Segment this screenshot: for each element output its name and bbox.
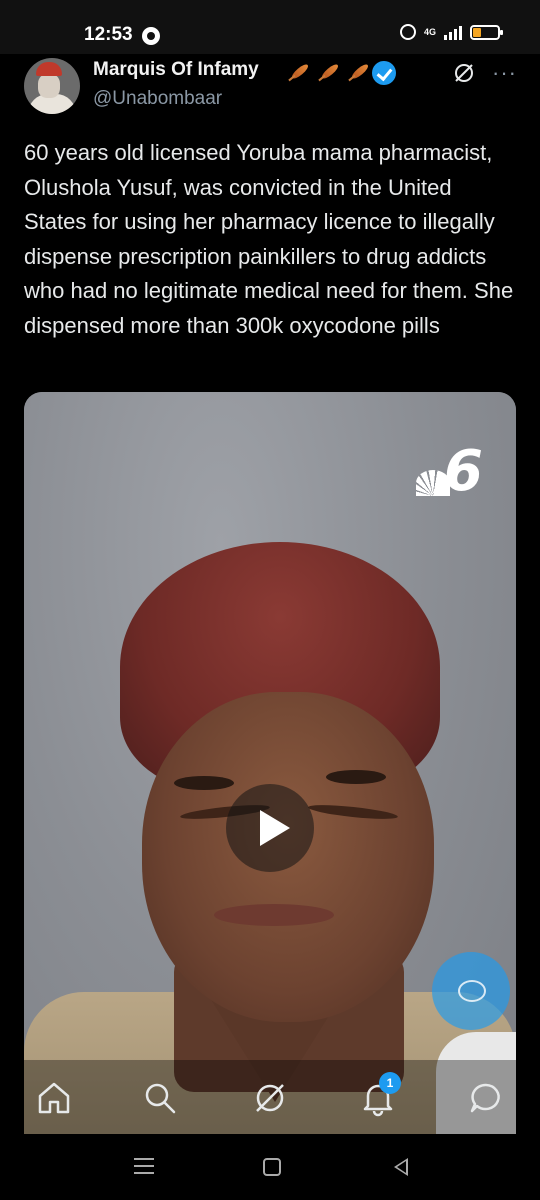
network-type-label: 4G (423, 26, 436, 37)
recent-apps-icon[interactable] (134, 1158, 154, 1174)
home-icon[interactable] (34, 1078, 74, 1118)
tweet-video[interactable]: 6 (24, 392, 516, 1152)
feather-icon (316, 60, 342, 82)
status-indicators: 4G (399, 24, 503, 40)
grok-icon[interactable] (250, 1078, 290, 1118)
messages-icon[interactable] (466, 1078, 506, 1118)
feather-icon (286, 60, 312, 82)
user-handle[interactable]: @Unabombaar (93, 88, 222, 110)
chat-bubble-icon (458, 980, 486, 1002)
feather-icon (346, 60, 372, 82)
name-emojis (286, 60, 372, 82)
compose-button[interactable] (432, 952, 510, 1030)
tweet-text: 60 years old licensed Yoruba mama pharma… (24, 140, 514, 338)
display-name[interactable]: Marquis Of Infamy (93, 59, 259, 81)
app-notification-icon (142, 27, 160, 45)
status-time: 12:53 (84, 24, 133, 45)
grok-icon[interactable] (452, 61, 476, 85)
play-button[interactable] (226, 784, 314, 872)
alarm-icon (399, 24, 416, 40)
more-options-icon[interactable]: ··· (492, 60, 517, 86)
home-square-icon[interactable] (263, 1158, 281, 1176)
search-icon[interactable] (140, 1078, 180, 1118)
battery-icon (470, 24, 503, 40)
status-bar: 12:53 4G (0, 0, 540, 54)
nbc-6-logo: 6 (416, 442, 486, 506)
notifications-badge: 1 (379, 1072, 401, 1094)
back-icon[interactable] (394, 1158, 408, 1176)
bottom-navigation (0, 1060, 540, 1134)
channel-number: 6 (444, 439, 483, 504)
verified-badge-icon[interactable] (372, 61, 396, 85)
avatar[interactable] (24, 58, 80, 114)
tweet-header: Marquis Of Infamy @Unabombaar ··· (0, 56, 540, 126)
signal-icon (444, 24, 462, 40)
system-navigation (0, 1134, 540, 1200)
